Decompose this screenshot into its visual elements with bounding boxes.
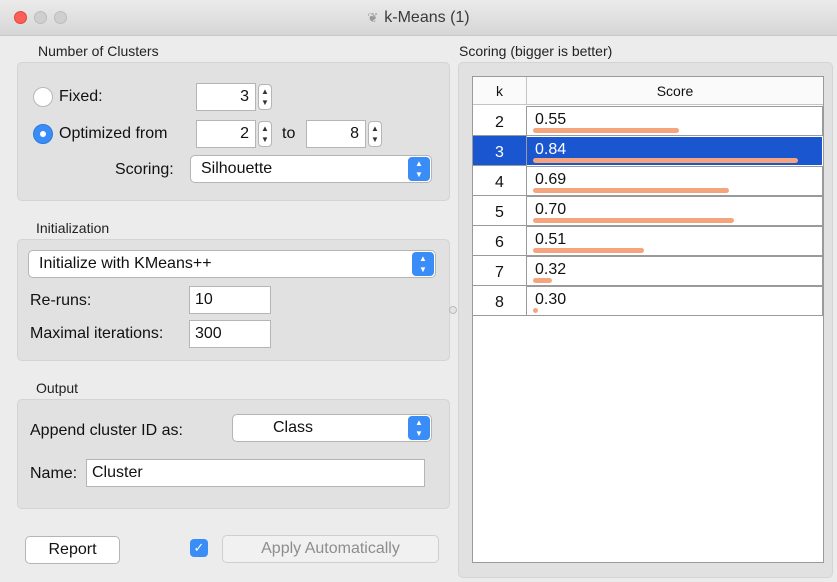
fixed-clusters-spinbox[interactable]: 3 — [196, 83, 256, 111]
reruns-label: Re-runs: — [30, 292, 92, 309]
score-cell: 0.69 — [527, 166, 823, 196]
table-row[interactable]: 2 0.55 — [473, 106, 823, 136]
scoring-label: Scoring: — [115, 161, 174, 178]
scoring-section-label: Scoring (bigger is better) — [459, 43, 613, 59]
score-cell: 0.55 — [527, 106, 823, 136]
chevron-updown-icon: ▲ ▼ — [412, 252, 434, 276]
table-row[interactable]: 8 0.30 — [473, 286, 823, 316]
optimized-radio[interactable] — [33, 124, 53, 144]
k-cell: 2 — [473, 106, 527, 136]
score-cell: 0.32 — [527, 256, 823, 286]
score-value: 0.51 — [535, 231, 567, 248]
score-value: 0.32 — [535, 261, 567, 278]
splitter-handle[interactable] — [449, 306, 457, 314]
scoring-combo[interactable]: Silhouette ▲ ▼ — [190, 155, 432, 183]
score-cell: 0.84 — [527, 136, 823, 166]
init-method-value: Initialize with KMeans++ — [39, 255, 212, 272]
widget-icon: ❦ — [367, 10, 379, 25]
optimized-label: Optimized from — [59, 125, 168, 142]
to-label: to — [282, 125, 296, 142]
score-cell: 0.30 — [527, 286, 823, 316]
auto-apply-checkbox[interactable]: ✓ — [190, 539, 208, 557]
title-bar: ❦ k-Means (1) — [0, 0, 837, 36]
score-bar — [533, 308, 538, 313]
report-button[interactable]: Report — [25, 536, 120, 564]
reruns-input[interactable]: 10 — [189, 286, 271, 314]
k-cell: 5 — [473, 196, 527, 226]
score-bar — [533, 188, 729, 193]
name-label: Name: — [30, 465, 78, 482]
score-bar — [533, 218, 734, 223]
column-header-score[interactable]: Score — [527, 77, 823, 105]
initialization-section-label: Initialization — [36, 220, 110, 236]
score-value: 0.69 — [535, 171, 567, 188]
to-clusters-spinbox[interactable]: 8 — [306, 120, 366, 148]
column-header-k[interactable]: k — [473, 77, 527, 105]
table-row[interactable]: 4 0.69 — [473, 166, 823, 196]
fixed-label: Fixed: — [59, 88, 103, 105]
maxiter-label: Maximal iterations: — [30, 325, 164, 342]
window-title-text: k-Means (1) — [384, 9, 470, 26]
k-cell: 8 — [473, 286, 527, 316]
score-bar — [533, 158, 798, 163]
k-cell: 6 — [473, 226, 527, 256]
from-clusters-spinbox[interactable]: 2 — [196, 120, 256, 148]
score-bar — [533, 248, 644, 253]
k-cell: 4 — [473, 166, 527, 196]
clusters-section-label: Number of Clusters — [38, 43, 159, 59]
score-bar — [533, 278, 552, 283]
fixed-radio[interactable] — [33, 87, 53, 107]
to-clusters-stepper[interactable]: ▲ ▼ — [368, 121, 382, 147]
score-value: 0.55 — [535, 111, 567, 128]
from-clusters-stepper[interactable]: ▲ ▼ — [258, 121, 272, 147]
table-row[interactable]: 5 0.70 — [473, 196, 823, 226]
score-bar — [533, 128, 679, 133]
table-row[interactable]: 3 0.84 — [473, 136, 823, 166]
apply-button[interactable]: Apply Automatically — [222, 535, 439, 563]
k-cell: 3 — [473, 136, 527, 166]
score-value: 0.30 — [535, 291, 567, 308]
score-value: 0.70 — [535, 201, 567, 218]
chevron-updown-icon: ▲ ▼ — [408, 416, 430, 440]
init-method-combo[interactable]: Initialize with KMeans++ ▲ ▼ — [28, 250, 436, 278]
scoring-table: k Score 2 0.55 3 0.84 4 0.69 5 0.70 6 0.51 7 0.32 8 0… — [472, 76, 824, 563]
score-cell: 0.70 — [527, 196, 823, 226]
append-combo[interactable]: Class ▲ ▼ — [232, 414, 432, 442]
append-label: Append cluster ID as: — [30, 422, 183, 439]
table-row[interactable]: 7 0.32 — [473, 256, 823, 286]
scoring-combo-value: Silhouette — [201, 160, 273, 177]
name-input[interactable]: Cluster — [86, 459, 425, 487]
maxiter-input[interactable]: 300 — [189, 320, 271, 348]
window-title: ❦ k-Means (1) — [0, 0, 837, 36]
table-row[interactable]: 6 0.51 — [473, 226, 823, 256]
append-combo-value: Class — [273, 419, 314, 436]
output-section-label: Output — [36, 380, 79, 396]
k-cell: 7 — [473, 256, 527, 286]
score-value: 0.84 — [535, 141, 567, 158]
chevron-updown-icon: ▲ ▼ — [408, 157, 430, 181]
score-cell: 0.51 — [527, 226, 823, 256]
fixed-clusters-stepper[interactable]: ▲ ▼ — [258, 84, 272, 110]
